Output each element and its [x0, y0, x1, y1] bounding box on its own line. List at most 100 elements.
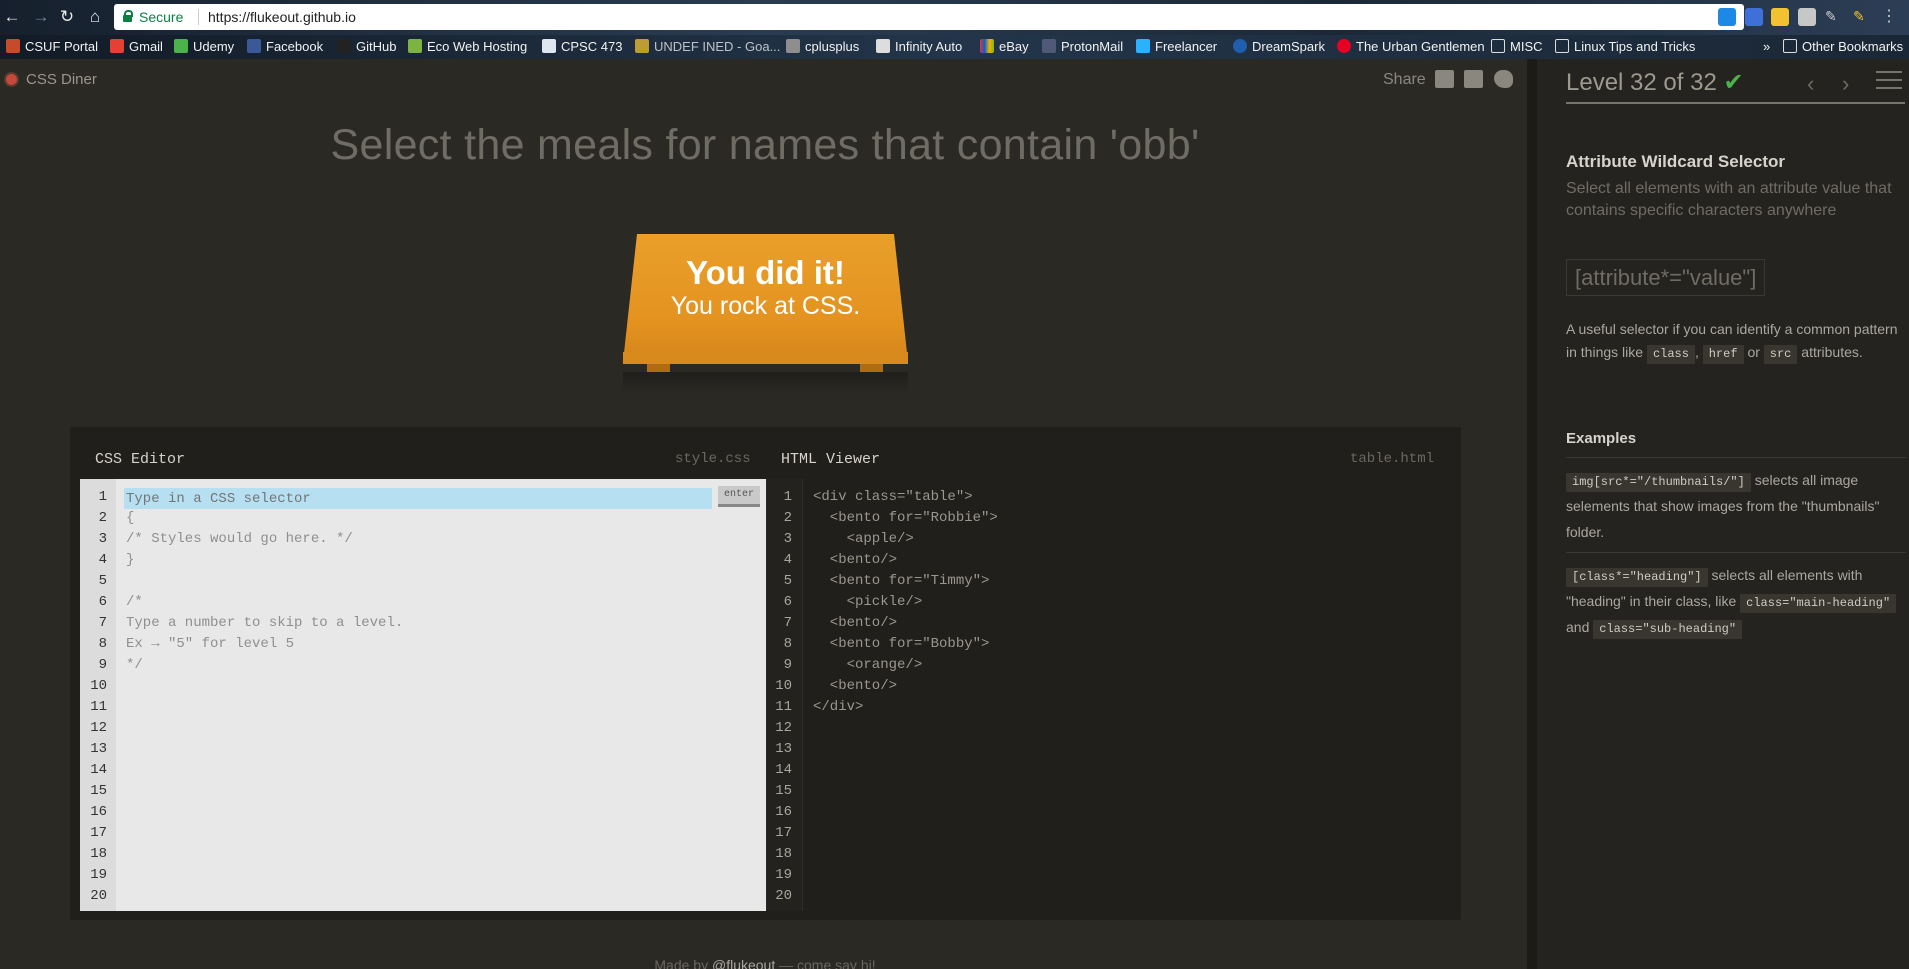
line-number: 1	[98, 489, 107, 505]
previous-level-chevron-icon[interactable]: ‹	[1807, 71, 1814, 97]
win-title: You did it!	[686, 254, 845, 291]
twitter-icon[interactable]	[1494, 70, 1513, 88]
line-number: 3	[783, 531, 792, 547]
bookmark-infinity-auto[interactable]: Infinity Auto	[876, 35, 962, 59]
gmail-icon	[110, 39, 124, 53]
extension-k-icon[interactable]	[1798, 8, 1816, 26]
star-icon	[635, 39, 649, 53]
css-line-numbers: 1 2 3 4 5 6 7 8 9 10 11 12 13 14 15 16 17 18 19 20	[80, 479, 116, 911]
bookmark-label: CPSC 473	[561, 39, 623, 54]
bookmark-gmail[interactable]: Gmail	[110, 35, 163, 59]
email-icon[interactable]	[1435, 70, 1454, 88]
level-menu-icon[interactable]	[1876, 71, 1902, 91]
bookmark-label: Gmail	[129, 39, 163, 54]
line-number: 13	[90, 741, 107, 757]
html-code-line[interactable]: </div>	[813, 699, 863, 715]
extension-pen-icon[interactable]: ✎	[1825, 8, 1843, 26]
bookmark-label: MISC	[1510, 39, 1543, 54]
extension-s-icon[interactable]	[1718, 8, 1736, 26]
html-code-line[interactable]: <orange/>	[813, 657, 923, 673]
html-code-line[interactable]: <bento/>	[813, 678, 897, 694]
bookmark-label: cplusplus	[805, 39, 860, 54]
example-code-chip: class="main-heading"	[1740, 594, 1897, 613]
level-label: Level 32 of 32	[1566, 69, 1717, 96]
html-code-line[interactable]: <bento/>	[813, 552, 897, 568]
line-number: 12	[90, 720, 107, 736]
extension-wand-icon[interactable]: ✎	[1853, 8, 1871, 26]
bookmark-label: eBay	[999, 39, 1029, 54]
folder-icon	[1783, 39, 1797, 53]
extension-keep-icon[interactable]	[1771, 8, 1789, 26]
html-code-line[interactable]: <div class="table">	[813, 489, 973, 505]
html-code-line[interactable]: <bento/>	[813, 615, 897, 631]
bookmark-ebay[interactable]: eBay	[980, 35, 1029, 59]
bookmark-github[interactable]: GitHub	[337, 35, 396, 59]
html-code-line[interactable]: <bento for="Timmy">	[813, 573, 990, 589]
enter-button[interactable]: enter	[718, 486, 760, 507]
footer-prefix: Made by	[654, 957, 709, 969]
facebook-icon[interactable]	[1464, 70, 1483, 88]
line-number: 5	[98, 573, 107, 589]
css-editor-title: CSS Editor	[95, 451, 186, 468]
css-editor-filename: style.css	[675, 451, 751, 467]
line-number: 12	[775, 720, 792, 736]
bookmark-undefined[interactable]: UNDEF INED - Goa...	[635, 35, 780, 59]
bookmark-cpsc-473[interactable]: CPSC 473	[542, 35, 622, 59]
bookmark-cplusplus[interactable]: cplusplus	[786, 35, 859, 59]
example-text: and	[1566, 619, 1590, 635]
html-code-line[interactable]: <bento for="Bobby">	[813, 636, 990, 652]
html-code-line[interactable]: <pickle/>	[813, 594, 923, 610]
app-logo[interactable]: CSS Diner	[4, 71, 97, 88]
bookmark-label: Eco Web Hosting	[427, 39, 528, 54]
bookmark-udemy[interactable]: Udemy	[174, 35, 234, 59]
html-code-line[interactable]: <apple/>	[813, 531, 914, 547]
dreamspark-icon	[1233, 39, 1247, 53]
bookmark-protonmail[interactable]: ProtonMail	[1042, 35, 1123, 59]
bookmark-folder-linux-tips[interactable]: Linux Tips and Tricks	[1555, 35, 1695, 59]
bookmark-eco-web-hosting[interactable]: Eco Web Hosting	[408, 35, 527, 59]
css-code-line: {	[126, 510, 135, 526]
address-bar[interactable]: Secure https://flukeout.github.io ☆	[114, 4, 1744, 30]
html-code-line[interactable]: <bento for="Robbie">	[813, 510, 998, 526]
css-code-line: Ex → "5" for level 5	[126, 636, 295, 652]
home-icon[interactable]: ⌂	[84, 6, 106, 28]
forward-arrow-icon[interactable]: →	[30, 6, 52, 28]
line-number: 20	[775, 888, 792, 904]
bookmark-urban-gentlemen[interactable]: The Urban Gentlemen	[1337, 35, 1485, 59]
bookmark-label: Freelancer	[1155, 39, 1218, 54]
hint-code-chip: href	[1702, 345, 1744, 364]
bookmark-csuf-portal[interactable]: CSUF Portal	[6, 35, 98, 59]
bookmark-label: Facebook	[266, 39, 324, 54]
line-number: 9	[98, 657, 107, 673]
line-number: 10	[90, 678, 107, 694]
bookmark-folder-other[interactable]: Other Bookmarks	[1783, 35, 1903, 59]
url-text[interactable]: https://flukeout.github.io	[208, 9, 356, 25]
bookmark-label: CSUF Portal	[25, 39, 98, 54]
completed-check-icon: ✔	[1723, 69, 1744, 96]
back-arrow-icon[interactable]: ←	[1, 6, 23, 28]
editor-panel: CSS Editor style.css HTML Viewer table.h…	[70, 427, 1461, 920]
extension-calendar-icon[interactable]	[1745, 8, 1763, 26]
footer-link[interactable]: @flukeout	[712, 957, 775, 969]
folder-icon	[1491, 39, 1505, 53]
bookmark-dreamspark[interactable]: DreamSpark	[1233, 35, 1325, 59]
progress-fill	[1566, 102, 1905, 104]
bookmarks-overflow-chevron[interactable]: »	[1763, 35, 1770, 59]
bookmark-facebook[interactable]: Facebook	[247, 35, 323, 59]
secure-label: Secure	[139, 9, 184, 25]
html-viewer: 1 2 3 4 5 6 7 8 9 10 11 12 13 14 15 16 17 18 19 20 <div cla…	[766, 479, 1453, 911]
next-level-chevron-icon[interactable]: ›	[1842, 71, 1849, 97]
selector-name: Attribute Wildcard Selector	[1566, 152, 1785, 171]
css-editor: 1234567891011121314151617181920 enter {/…	[80, 479, 766, 911]
bookmark-freelancer[interactable]: Freelancer	[1136, 35, 1217, 59]
reload-icon[interactable]: ↻	[56, 6, 78, 28]
win-subtitle: You rock at CSS.	[670, 292, 861, 320]
leaf-icon	[408, 39, 422, 53]
css-selector-input[interactable]	[124, 488, 712, 509]
bookmark-folder-misc[interactable]: MISC	[1491, 35, 1543, 59]
html-line-numbers: 1 2 3 4 5 6 7 8 9 10 11 12 13 14 15 16 17 18 19 20	[767, 479, 803, 911]
level-instruction: Select the meals for names that contain …	[330, 121, 1200, 169]
lock-icon	[123, 10, 133, 22]
tray-lip	[623, 352, 908, 364]
browser-menu-icon[interactable]: ⋮	[1881, 8, 1899, 26]
